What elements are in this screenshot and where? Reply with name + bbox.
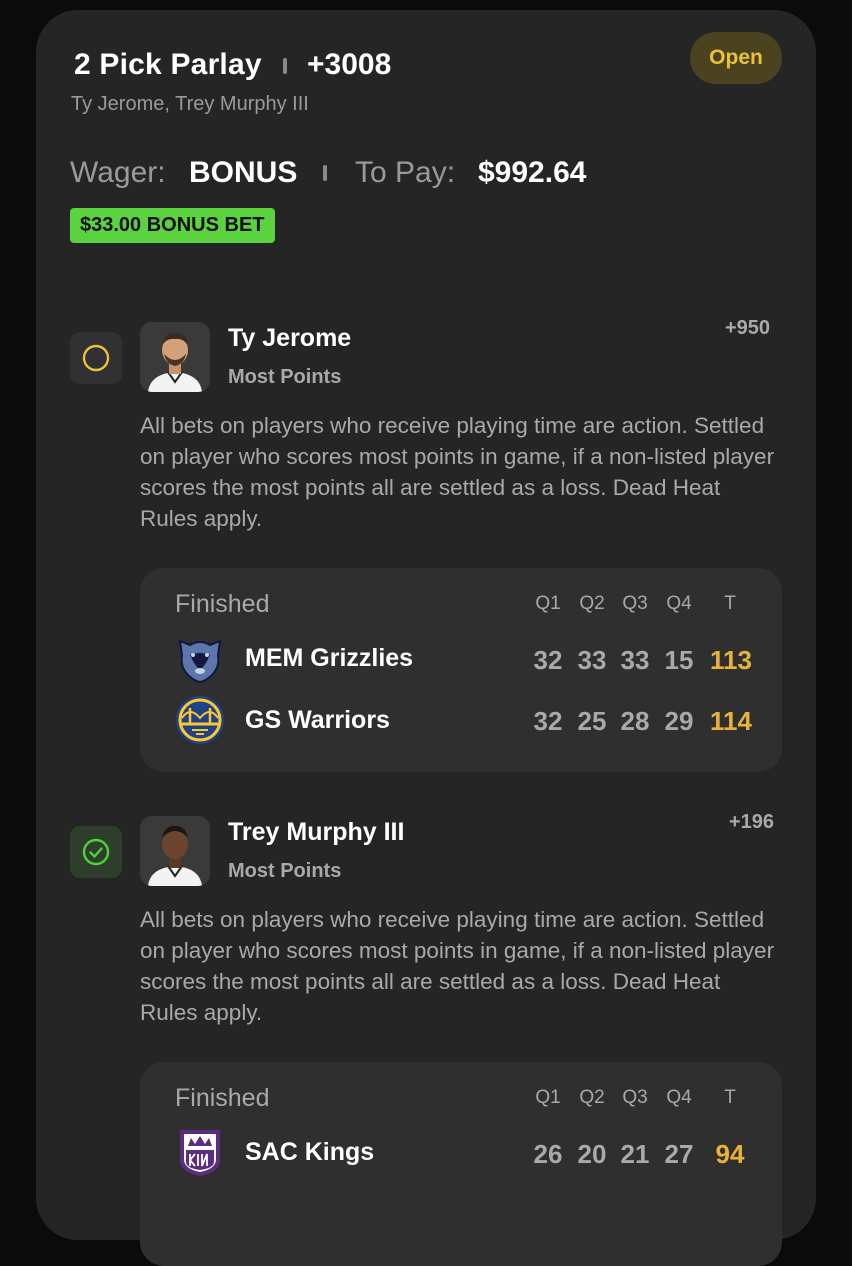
score-total: 113 bbox=[710, 645, 752, 675]
leg-rules-text: All bets on players who receive playing … bbox=[140, 413, 775, 531]
leg-player-name: Ty Jerome bbox=[228, 324, 352, 352]
score-q3: 21 bbox=[620, 1139, 650, 1169]
header-q4: Q4 bbox=[666, 1087, 692, 1108]
score-q4: 27 bbox=[664, 1139, 694, 1169]
score-q3: 33 bbox=[620, 645, 650, 675]
score-q1: 32 bbox=[533, 645, 563, 675]
score-q4: 29 bbox=[664, 706, 694, 736]
score-q2: 33 bbox=[577, 645, 607, 675]
parlay-players: Ty Jerome, Trey Murphy III bbox=[71, 93, 309, 115]
wager-value: BONUS bbox=[189, 156, 298, 189]
status-badge: Open bbox=[690, 32, 782, 84]
leg-market: Most Points bbox=[228, 860, 342, 882]
to-pay-value: $992.64 bbox=[478, 156, 587, 189]
score-q1: 26 bbox=[533, 1139, 563, 1169]
header-q1: Q1 bbox=[535, 593, 561, 614]
team-name: MEM Grizzlies bbox=[245, 644, 414, 672]
scoreboard[interactable]: Finished Q1 Q2 Q3 Q4 T SAC Kings 26 20 2… bbox=[140, 1062, 782, 1266]
leg-rules-text: All bets on players who receive playing … bbox=[140, 907, 775, 1025]
score-total: 114 bbox=[710, 706, 752, 736]
header-q3: Q3 bbox=[622, 1087, 648, 1108]
header-q3: Q3 bbox=[622, 593, 648, 614]
header-total: T bbox=[724, 1087, 736, 1108]
player-headshot bbox=[140, 322, 210, 392]
leg-player-name: Trey Murphy III bbox=[228, 818, 405, 846]
leg-status-pending-icon bbox=[70, 332, 122, 384]
wager-divider bbox=[323, 165, 327, 181]
team-name: GS Warriors bbox=[245, 706, 390, 734]
header-q2: Q2 bbox=[579, 593, 605, 614]
header-q1: Q1 bbox=[535, 1087, 561, 1108]
score-q2: 20 bbox=[577, 1139, 607, 1169]
scoreboard[interactable]: Finished Q1 Q2 Q3 Q4 T MEM Grizzlies 32 … bbox=[140, 568, 782, 772]
game-status: Finished bbox=[175, 1084, 270, 1112]
grizzlies-logo-icon bbox=[174, 633, 226, 685]
kings-logo-icon bbox=[174, 1126, 226, 1178]
parlay-title: 2 Pick Parlay bbox=[74, 48, 262, 81]
score-total: 94 bbox=[715, 1139, 745, 1169]
leg-odds: +196 bbox=[729, 811, 775, 833]
to-pay-label: To Pay: bbox=[355, 156, 456, 189]
bonus-bet-tag: $33.00 BONUS BET bbox=[70, 208, 275, 243]
player-headshot bbox=[140, 816, 210, 886]
leg-status-won-icon bbox=[70, 826, 122, 878]
warriors-logo-icon bbox=[174, 694, 226, 746]
game-status: Finished bbox=[175, 590, 270, 618]
parlay-odds: +3008 bbox=[307, 48, 392, 81]
score-q3: 28 bbox=[620, 706, 650, 736]
header-total: T bbox=[724, 593, 736, 614]
wager-label: Wager: bbox=[70, 156, 166, 189]
header-q2: Q2 bbox=[579, 1087, 605, 1108]
score-q2: 25 bbox=[577, 706, 607, 736]
score-q4: 15 bbox=[664, 645, 694, 675]
leg-market: Most Points bbox=[228, 366, 342, 388]
score-q1: 32 bbox=[533, 706, 563, 736]
header-q4: Q4 bbox=[666, 593, 692, 614]
team-name: SAC Kings bbox=[245, 1138, 375, 1166]
title-divider bbox=[283, 58, 287, 74]
leg-odds: +950 bbox=[725, 317, 771, 339]
